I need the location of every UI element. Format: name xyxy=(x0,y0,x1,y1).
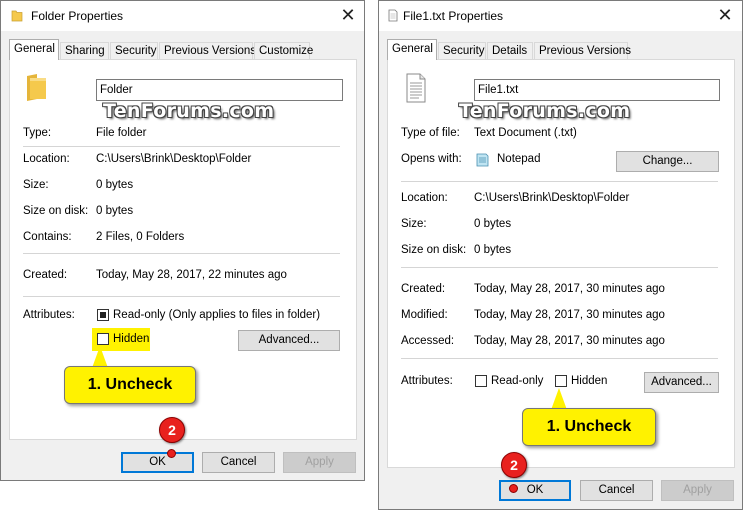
tab-general[interactable]: General xyxy=(9,39,59,60)
type-value: Text Document (.txt) xyxy=(474,127,577,139)
window-title: Folder Properties xyxy=(31,9,124,23)
ok-button[interactable]: OK xyxy=(121,452,194,473)
tab-customize[interactable]: Customize xyxy=(254,42,313,59)
close-icon[interactable]: ✕ xyxy=(336,4,360,28)
opens-with-label: Opens with: xyxy=(401,153,462,165)
size-on-disk-label: Size on disk: xyxy=(23,205,89,217)
watermark: TenForums.com xyxy=(103,100,275,122)
advanced-button[interactable]: Advanced... xyxy=(644,372,719,393)
name-field[interactable]: Folder xyxy=(96,79,343,101)
step-2-badge: 2 xyxy=(501,452,527,478)
separator xyxy=(23,296,340,297)
file-icon xyxy=(388,9,398,22)
location-value: C:\Users\Brink\Desktop\Folder xyxy=(474,192,630,204)
accessed-label: Accessed: xyxy=(401,335,455,347)
attributes-label: Attributes: xyxy=(23,309,75,321)
accessed-value: Today, May 28, 2017, 30 minutes ago xyxy=(474,335,665,347)
contains-value: 2 Files, 0 Folders xyxy=(96,231,185,243)
close-icon[interactable]: ✕ xyxy=(713,4,737,28)
hidden-checkbox[interactable] xyxy=(97,333,109,345)
size-value: 0 bytes xyxy=(96,179,134,191)
folder-properties-dialog: Folder Properties ✕ General Sharing Secu… xyxy=(0,0,365,481)
folder-icon xyxy=(27,74,46,101)
tab-sharing[interactable]: Sharing xyxy=(60,42,109,59)
callout-uncheck: 1. Uncheck xyxy=(64,366,196,404)
folder-icon xyxy=(11,10,23,22)
modified-label: Modified: xyxy=(401,309,448,321)
created-label: Created: xyxy=(401,283,446,295)
separator xyxy=(401,181,718,182)
readonly-label: Read-only xyxy=(491,375,544,387)
title-bar: Folder Properties ✕ xyxy=(1,1,364,31)
cancel-button[interactable]: Cancel xyxy=(202,452,275,473)
step-2-marker xyxy=(509,484,518,493)
location-label: Location: xyxy=(401,192,448,204)
callout-pointer xyxy=(92,346,108,368)
notepad-icon xyxy=(476,153,489,167)
location-value: C:\Users\Brink\Desktop\Folder xyxy=(96,153,252,165)
step-2-badge: 2 xyxy=(159,417,185,443)
tab-previous-versions[interactable]: Previous Versions xyxy=(159,42,256,59)
size-value: 0 bytes xyxy=(474,218,512,230)
size-label: Size: xyxy=(23,179,49,191)
size-on-disk-value: 0 bytes xyxy=(96,205,134,217)
callout-pointer xyxy=(551,388,567,410)
tab-details[interactable]: Details xyxy=(487,42,533,59)
type-label: Type: xyxy=(23,127,52,139)
separator xyxy=(23,146,340,147)
hidden-label: Hidden xyxy=(113,333,150,345)
created-value: Today, May 28, 2017, 30 minutes ago xyxy=(474,283,665,295)
tab-previous-versions[interactable]: Previous Versions xyxy=(534,42,631,59)
opens-with-value: Notepad xyxy=(497,153,541,165)
callout-uncheck: 1. Uncheck xyxy=(522,408,656,446)
separator xyxy=(401,358,718,359)
change-button[interactable]: Change... xyxy=(616,151,719,172)
window-title: File1.txt Properties xyxy=(403,9,504,23)
size-on-disk-label: Size on disk: xyxy=(401,244,467,256)
file-icon xyxy=(406,73,426,103)
cancel-button[interactable]: Cancel xyxy=(580,480,653,501)
readonly-checkbox[interactable] xyxy=(475,375,487,387)
created-value: Today, May 28, 2017, 22 minutes ago xyxy=(96,269,287,281)
size-on-disk-value: 0 bytes xyxy=(474,244,512,256)
contains-label: Contains: xyxy=(23,231,72,243)
location-label: Location: xyxy=(23,153,70,165)
readonly-label: Read-only (Only applies to files in fold… xyxy=(113,309,321,321)
type-value: File folder xyxy=(96,127,147,139)
title-bar: File1.txt Properties ✕ xyxy=(379,1,742,31)
size-label: Size: xyxy=(401,218,427,230)
modified-value: Today, May 28, 2017, 30 minutes ago xyxy=(474,309,665,321)
created-label: Created: xyxy=(23,269,68,281)
apply-button[interactable]: Apply xyxy=(661,480,734,501)
hidden-checkbox[interactable] xyxy=(555,375,567,387)
name-field[interactable]: File1.txt xyxy=(474,79,720,101)
tab-security[interactable]: Security xyxy=(438,42,486,59)
separator xyxy=(401,267,718,268)
step-2-marker xyxy=(167,449,176,458)
apply-button[interactable]: Apply xyxy=(283,452,356,473)
watermark: TenForums.com xyxy=(459,100,631,122)
readonly-checkbox[interactable] xyxy=(97,309,109,321)
separator xyxy=(23,253,340,254)
attributes-label: Attributes: xyxy=(401,375,453,387)
hidden-label: Hidden xyxy=(571,375,608,387)
advanced-button[interactable]: Advanced... xyxy=(238,330,340,351)
tab-general[interactable]: General xyxy=(387,39,437,60)
tab-security[interactable]: Security xyxy=(110,42,158,59)
type-label: Type of file: xyxy=(401,127,460,139)
